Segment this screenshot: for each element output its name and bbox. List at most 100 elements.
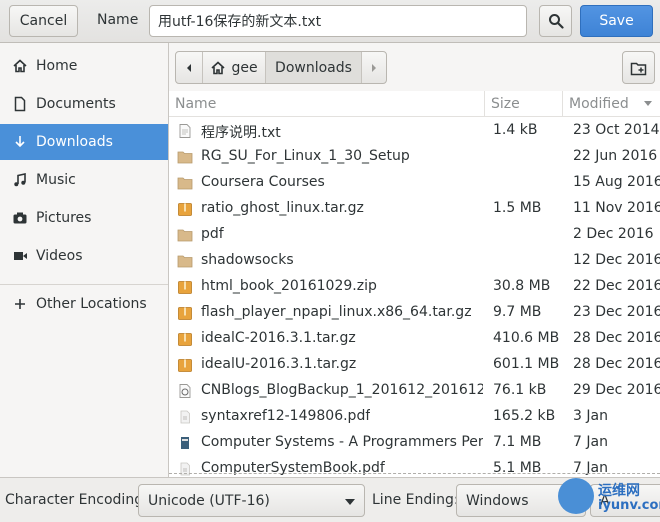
chevron-right-icon (372, 63, 376, 72)
file-row[interactable]: pdf 2 Dec 2016 (169, 222, 660, 248)
file-size: 7.1 MB (493, 434, 542, 450)
cancel-button[interactable]: Cancel (9, 5, 78, 37)
file-modified: 23 Dec 2016 (573, 304, 660, 320)
sort-descending-icon (644, 101, 652, 106)
file-row[interactable]: Coursera Courses 15 Aug 2016 (169, 170, 660, 196)
archive-icon (177, 279, 193, 295)
file-row[interactable]: flash_player_npapi_linux.x86_64.tar.gz 9.… (169, 300, 660, 326)
column-header-modified[interactable]: Modified (563, 91, 660, 117)
folder-icon (177, 253, 193, 269)
sidebar-item-label: Other Locations (36, 296, 147, 312)
encoding-value: Unicode (UTF-16) (148, 492, 270, 509)
sidebar-item-downloads[interactable]: Downloads (0, 124, 168, 160)
dropdown-arrow-icon (345, 499, 355, 505)
file-row[interactable]: syntaxref12-149806.pdf 165.2 kB 3 Jan (169, 404, 660, 430)
file-modified: 23 Oct 2014 (573, 122, 660, 138)
line-ending-value: Windows (466, 492, 529, 509)
file-size: 30.8 MB (493, 278, 551, 294)
music-icon (11, 171, 29, 189)
sidebar-item-label: Documents (36, 96, 116, 112)
file-name: html_book_20161029.zip (201, 278, 377, 294)
file-modified: 2 Dec 2016 (573, 226, 654, 242)
file-modified: 15 Aug 2016 (573, 174, 660, 190)
name-label: Name (97, 12, 139, 28)
sidebar-item-home[interactable]: Home (0, 48, 168, 84)
file-modified: 3 Jan (573, 408, 608, 424)
path-scroll-left-button[interactable] (176, 52, 203, 83)
file-name: Computer Systems - A Programmers Pers… (201, 434, 483, 450)
file-row[interactable]: CNBlogs_BlogBackup_1_201612_201612… 76.1 … (169, 378, 660, 404)
path-home-label: gee (231, 59, 258, 76)
search-button[interactable] (539, 5, 572, 37)
save-button[interactable]: Save (580, 5, 653, 37)
encoding-combo[interactable]: Unicode (UTF-16) (138, 484, 365, 517)
file-row[interactable]: shadowsocks 12 Dec 2016 (169, 248, 660, 274)
new-folder-button[interactable] (622, 51, 655, 84)
sidebar-item-label: Downloads (36, 134, 113, 150)
file-size: 165.2 kB (493, 408, 556, 424)
sidebar-item-documents[interactable]: Documents (0, 86, 168, 122)
archive-icon (177, 357, 193, 373)
file-row[interactable]: idealC-2016.3.1.tar.gz 410.6 MB 28 Dec 201… (169, 326, 660, 352)
file-modified: 7 Jan (573, 434, 608, 450)
file-name: RG_SU_For_Linux_1_30_Setup (201, 148, 410, 164)
text-file-icon (177, 123, 193, 139)
file-name: CNBlogs_BlogBackup_1_201612_201612… (201, 382, 483, 398)
file-name: Coursera Courses (201, 174, 325, 190)
file-modified: 22 Dec 2016 (573, 278, 660, 294)
column-header-name[interactable]: Name (169, 91, 485, 117)
encoding-label: Character Encoding: (5, 492, 148, 508)
file-modified: 22 Jun 2016 (573, 148, 658, 164)
home-icon (11, 57, 29, 75)
file-name: ratio_ghost_linux.tar.gz (201, 200, 364, 216)
sidebar-item-pictures[interactable]: Pictures (0, 200, 168, 236)
file-size: 76.1 kB (493, 382, 547, 398)
file-size: 1.4 kB (493, 122, 538, 138)
places-sidebar: Home Documents Downloads Music Pictures … (0, 43, 169, 477)
filename-input[interactable] (149, 5, 527, 37)
file-row[interactable]: html_book_20161029.zip 30.8 MB 22 Dec 2016 (169, 274, 660, 300)
path-bar: gee Downloads (175, 51, 387, 84)
path-home-button[interactable]: gee (203, 52, 266, 83)
file-size: 1.5 MB (493, 200, 542, 216)
chevron-left-icon (187, 63, 191, 72)
sidebar-item-label: Home (36, 58, 78, 74)
sidebar-item-label: Pictures (36, 210, 92, 226)
archive-icon (177, 331, 193, 347)
column-header-size[interactable]: Size (485, 91, 563, 117)
plus-icon (11, 295, 29, 313)
line-ending-label: Line Ending: (372, 492, 459, 508)
folder-icon (177, 227, 193, 243)
video-icon (11, 247, 29, 265)
watermark-logo: 运维网 iyunv.com (558, 478, 660, 521)
sidebar-item-other-locations[interactable]: Other Locations (0, 286, 168, 322)
list-overflow-divider (169, 473, 660, 474)
file-list: Name Size Modified 程序说明.txt 1.4 kB 23 Oct … (169, 91, 660, 477)
file-row[interactable]: ratio_ghost_linux.tar.gz 1.5 MB 11 Nov 201… (169, 196, 660, 222)
folder-icon (177, 149, 193, 165)
watermark-line1: 运维网 (598, 483, 640, 499)
file-row[interactable]: RG_SU_For_Linux_1_30_Setup 22 Jun 2016 (169, 144, 660, 170)
file-row[interactable]: idealU-2016.3.1.tar.gz 601.1 MB 28 Dec 201… (169, 352, 660, 378)
file-modified: 29 Dec 2016 (573, 382, 660, 398)
path-current-button[interactable]: Downloads (266, 52, 362, 83)
file-rows: 程序说明.txt 1.4 kB 23 Oct 2014 RG_SU_For_Linux… (169, 118, 660, 477)
sidebar-item-videos[interactable]: Videos (0, 238, 168, 274)
file-row[interactable]: 程序说明.txt 1.4 kB 23 Oct 2014 (169, 118, 660, 144)
file-name: shadowsocks (201, 252, 294, 268)
watermark-circle-icon (558, 478, 594, 514)
file-name: flash_player_npapi_linux.x86_64.tar.gz (201, 304, 472, 320)
sidebar-item-label: Videos (36, 248, 83, 264)
sidebar-item-music[interactable]: Music (0, 162, 168, 198)
file-modified: 28 Dec 2016 (573, 330, 660, 346)
path-scroll-right-button[interactable] (362, 52, 386, 83)
sidebar-divider (0, 284, 168, 285)
download-icon (11, 133, 29, 151)
file-size: 9.7 MB (493, 304, 542, 320)
file-row[interactable]: Computer Systems - A Programmers Pers… 7.… (169, 430, 660, 456)
archive-icon (177, 305, 193, 321)
folder-icon (177, 175, 193, 191)
archive-icon (177, 201, 193, 217)
sidebar-item-label: Music (36, 172, 76, 188)
file-size: 410.6 MB (493, 330, 560, 346)
